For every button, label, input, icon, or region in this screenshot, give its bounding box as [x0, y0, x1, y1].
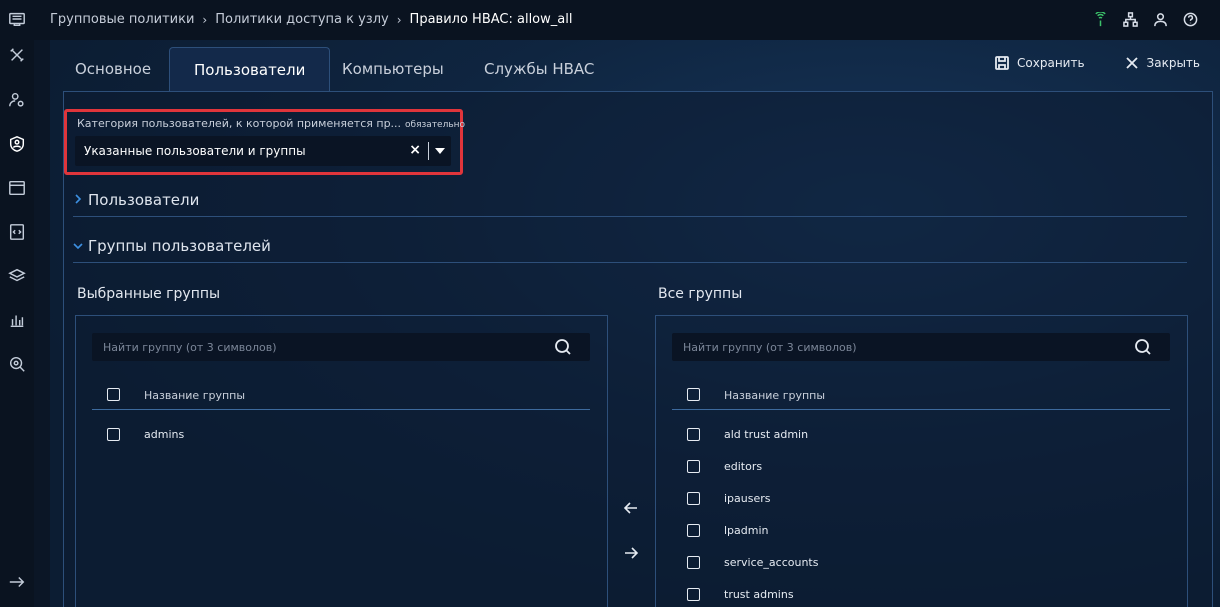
selected-groups-list: Название группы admins	[75, 315, 608, 607]
row-checkbox[interactable]	[687, 524, 700, 537]
group-name-cell: ipausers	[724, 492, 771, 505]
tab-general[interactable]: Основное	[51, 47, 175, 92]
selected-groups-search-input[interactable]	[92, 333, 590, 361]
user-profile-icon[interactable]	[1152, 11, 1168, 27]
selected-groups-search	[92, 333, 590, 361]
table-row[interactable]: editors	[672, 451, 1170, 483]
close-button[interactable]: Закрыть	[1125, 56, 1200, 70]
row-checkbox[interactable]	[687, 428, 700, 441]
row-checkbox[interactable]	[687, 460, 700, 473]
all-groups-title: Все группы	[658, 286, 743, 302]
move-right-arrow-icon[interactable]	[623, 545, 639, 561]
help-icon[interactable]	[1182, 11, 1198, 27]
top-bar: Групповые политики › Политики доступа к …	[34, 0, 1220, 40]
chevron-down-icon	[73, 238, 83, 252]
breadcrumb: Групповые политики › Политики доступа к …	[50, 12, 572, 27]
table-row[interactable]: trust admins	[672, 579, 1170, 607]
select-divider	[428, 142, 429, 160]
close-icon	[1125, 57, 1138, 69]
all-groups-search-input[interactable]	[672, 333, 1170, 361]
search-icon[interactable]	[1134, 338, 1152, 356]
save-button[interactable]: Сохранить	[995, 56, 1085, 70]
breadcrumb-current: Правило HBAC: allow_all	[409, 12, 573, 27]
search-icon[interactable]	[554, 338, 572, 356]
selected-groups-table-header: Название группы	[92, 380, 590, 410]
section-user-groups-label: Группы пользователей	[88, 237, 271, 255]
layers-icon[interactable]	[7, 266, 27, 286]
select-all-checkbox[interactable]	[687, 388, 700, 401]
all-groups-table-header: Название группы	[672, 380, 1170, 410]
main-content: Основное Пользователи Компьютеры Службы …	[50, 40, 1220, 607]
table-row[interactable]: lpadmin	[672, 515, 1170, 547]
window-icon[interactable]	[7, 178, 27, 198]
section-users[interactable]: Пользователи	[73, 191, 1187, 217]
group-name-cell: editors	[724, 460, 763, 473]
code-icon[interactable]	[7, 222, 27, 242]
all-groups-list: Название группы ald trust admin editors …	[655, 315, 1188, 607]
save-button-label: Сохранить	[1017, 56, 1085, 70]
table-row[interactable]: service_accounts	[672, 547, 1170, 579]
group-name-cell: lpadmin	[724, 524, 769, 537]
breadcrumb-item-group-policies[interactable]: Групповые политики	[50, 12, 194, 27]
breadcrumb-item-host-access-policies[interactable]: Политики доступа к узлу	[215, 12, 389, 27]
table-row[interactable]: admins	[92, 419, 590, 451]
all-groups-search	[672, 333, 1170, 361]
selected-groups-title: Выбранные группы	[77, 286, 221, 302]
clear-icon[interactable]: ×	[409, 142, 421, 158]
group-name-cell: trust admins	[724, 588, 794, 601]
network-tree-icon[interactable]	[1122, 11, 1138, 27]
save-icon	[995, 56, 1009, 70]
user-category-field: Категория пользователей, к которой приме…	[64, 109, 465, 175]
row-checkbox[interactable]	[687, 588, 700, 601]
table-row[interactable]: ald trust admin	[672, 419, 1170, 451]
connection-status-icon[interactable]	[1092, 11, 1108, 27]
user-category-select[interactable]: Указанные пользователи и группы ×	[75, 136, 451, 166]
row-checkbox[interactable]	[107, 428, 120, 441]
tab-hbac-services[interactable]: Службы HBAC	[460, 47, 618, 92]
policy-shield-icon[interactable]	[7, 134, 27, 154]
column-header-group-name: Название группы	[144, 389, 246, 402]
column-header-group-name: Название группы	[724, 389, 826, 402]
user-category-value: Указанные пользователи и группы	[84, 144, 306, 158]
chevron-right-icon	[73, 192, 83, 206]
user-category-label: Категория пользователей, к которой приме…	[77, 117, 465, 130]
section-user-groups[interactable]: Группы пользователей	[73, 237, 1187, 263]
expand-rail-arrow-icon[interactable]	[7, 572, 27, 592]
tools-icon[interactable]	[7, 45, 27, 65]
chevron-right-icon: ›	[202, 12, 208, 27]
top-icons	[1092, 11, 1198, 27]
group-name-cell: service_accounts	[724, 556, 819, 569]
tab-users[interactable]: Пользователи	[169, 47, 331, 92]
select-all-checkbox[interactable]	[107, 388, 120, 401]
group-name-cell: ald trust admin	[724, 428, 809, 441]
group-name-cell: admins	[144, 428, 185, 441]
table-row[interactable]: ipausers	[672, 483, 1170, 515]
chevron-down-icon[interactable]	[435, 148, 445, 154]
app-logo-icon[interactable]	[7, 9, 27, 29]
section-users-label: Пользователи	[88, 191, 200, 209]
user-settings-icon[interactable]	[7, 90, 27, 110]
left-navigation-rail	[0, 0, 34, 607]
tab-computers[interactable]: Компьютеры	[318, 47, 468, 92]
move-left-arrow-icon[interactable]	[623, 500, 639, 516]
actions-bar: Сохранить Закрыть	[995, 56, 1200, 70]
bar-chart-icon[interactable]	[7, 310, 27, 330]
search-zoom-icon[interactable]	[7, 354, 27, 374]
row-checkbox[interactable]	[687, 556, 700, 569]
row-checkbox[interactable]	[687, 492, 700, 505]
close-button-label: Закрыть	[1146, 56, 1200, 70]
user-category-label-text: Категория пользователей, к которой приме…	[77, 117, 402, 130]
chevron-right-icon: ›	[396, 12, 402, 27]
required-badge: обязательно	[405, 120, 466, 130]
